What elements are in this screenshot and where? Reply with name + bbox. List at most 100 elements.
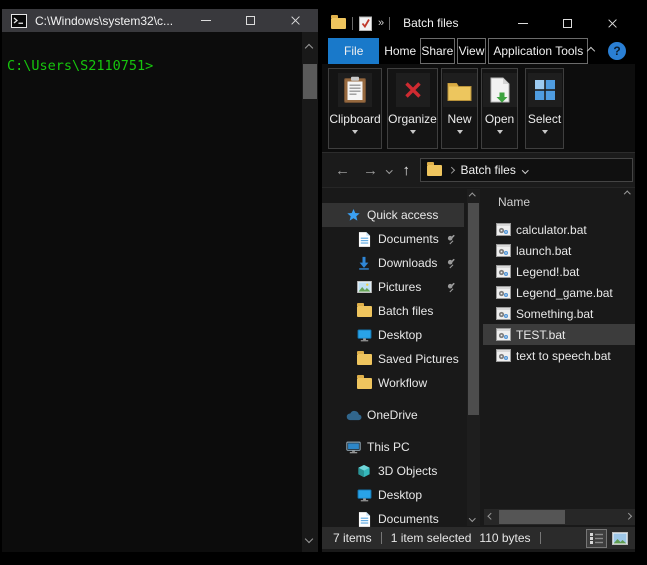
scroll-right-icon[interactable] bbox=[624, 513, 631, 520]
nav-item-label: Batch files bbox=[378, 304, 434, 318]
file-row-calculator[interactable]: calculator.bat bbox=[483, 219, 635, 240]
document-icon bbox=[355, 231, 373, 247]
ribbon-group-label: New bbox=[447, 112, 472, 126]
qat-expand-icon[interactable]: » bbox=[378, 17, 384, 29]
folder-icon bbox=[355, 350, 373, 365]
scrollbar-thumb[interactable] bbox=[468, 203, 479, 415]
thumbnail-view-button[interactable] bbox=[609, 529, 630, 548]
folder-icon bbox=[355, 374, 373, 389]
dropdown-caret-icon bbox=[541, 130, 548, 134]
nav-item-downloads[interactable]: Downloads bbox=[322, 251, 464, 275]
scrollbar-thumb[interactable] bbox=[303, 64, 317, 99]
cmd-prompt-line: C:\Users\S2110751> bbox=[7, 58, 154, 74]
nav-item-desktop-pc[interactable]: Desktop bbox=[322, 483, 464, 507]
nav-item-quick-access[interactable]: Quick access bbox=[322, 203, 464, 227]
select-group-button[interactable]: Select bbox=[525, 68, 564, 149]
batch-file-icon bbox=[496, 349, 511, 362]
nav-item-label: Documents bbox=[378, 232, 439, 246]
separator bbox=[352, 16, 353, 30]
cmd-maximize-button[interactable] bbox=[228, 9, 273, 32]
open-group-button[interactable]: Open bbox=[481, 68, 518, 149]
tab-application-tools[interactable]: Application Tools bbox=[488, 38, 589, 64]
cmd-output-area[interactable]: C:\Users\S2110751> bbox=[2, 32, 318, 552]
delete-x-icon bbox=[395, 73, 430, 107]
pin-icon bbox=[446, 282, 457, 293]
desktop-icon bbox=[355, 488, 373, 502]
onedrive-cloud-icon bbox=[344, 410, 362, 421]
help-icon[interactable]: ? bbox=[608, 42, 626, 60]
scroll-down-icon[interactable] bbox=[469, 514, 476, 521]
nav-item-3d-objects[interactable]: 3D Objects bbox=[322, 459, 464, 483]
file-row-something[interactable]: Something.bat bbox=[483, 303, 635, 324]
nav-item-saved-pictures[interactable]: Saved Pictures bbox=[322, 347, 464, 371]
tab-view[interactable]: View bbox=[456, 38, 487, 64]
forward-button[interactable]: → bbox=[363, 163, 378, 178]
ribbon-tab-bar: File Home Share View Application Tools ? bbox=[322, 38, 635, 64]
computer-icon bbox=[344, 441, 362, 454]
nav-item-onedrive[interactable]: OneDrive bbox=[322, 403, 464, 427]
scroll-up-icon[interactable] bbox=[469, 193, 476, 200]
breadcrumb-location[interactable]: Batch files bbox=[461, 163, 516, 177]
scroll-down-icon[interactable] bbox=[304, 534, 314, 544]
scroll-up-icon[interactable] bbox=[304, 43, 314, 53]
nav-item-pictures[interactable]: Pictures bbox=[322, 275, 464, 299]
nav-item-label: Desktop bbox=[378, 328, 423, 342]
nav-item-label: 3D Objects bbox=[378, 464, 438, 478]
cube-icon bbox=[355, 464, 373, 479]
up-button[interactable]: ↑ bbox=[403, 163, 411, 178]
download-arrow-icon bbox=[355, 256, 373, 270]
nav-item-label: Pictures bbox=[378, 280, 422, 294]
tab-share[interactable]: Share bbox=[420, 38, 455, 64]
organize-group-button[interactable]: Organize bbox=[387, 68, 438, 149]
recent-locations-icon[interactable] bbox=[386, 166, 393, 174]
minimize-icon bbox=[200, 20, 211, 21]
cmd-minimize-button[interactable] bbox=[183, 9, 228, 32]
pin-icon bbox=[446, 234, 457, 245]
ribbon: Clipboard Organize New Open Select bbox=[322, 64, 635, 153]
nav-item-documents-pc[interactable]: Documents bbox=[322, 507, 464, 527]
cmd-icon bbox=[11, 13, 27, 28]
nav-item-label: Saved Pictures bbox=[378, 352, 459, 366]
tab-home[interactable]: Home bbox=[382, 38, 418, 64]
nav-item-label: Downloads bbox=[378, 256, 438, 270]
tab-file[interactable]: File bbox=[328, 38, 380, 64]
clipboard-group-button[interactable]: Clipboard bbox=[328, 68, 382, 149]
address-bar[interactable]: Batch files bbox=[420, 158, 633, 182]
close-icon bbox=[290, 15, 301, 26]
nav-item-desktop[interactable]: Desktop bbox=[322, 323, 464, 347]
scrollbar-thumb[interactable] bbox=[499, 510, 565, 524]
nav-item-workflow[interactable]: Workflow bbox=[322, 371, 464, 395]
nav-item-batch-files[interactable]: Batch files bbox=[322, 299, 464, 323]
properties-check-icon[interactable] bbox=[359, 16, 372, 31]
explorer-titlebar[interactable]: » Batch files bbox=[322, 8, 635, 38]
column-header-name[interactable]: Name bbox=[483, 188, 635, 215]
cmd-titlebar[interactable]: C:\Windows\system32\c... bbox=[2, 9, 318, 32]
separator bbox=[389, 16, 391, 30]
cmd-close-button[interactable] bbox=[273, 9, 318, 32]
file-row-legend-game[interactable]: Legend_game.bat bbox=[483, 282, 635, 303]
maximize-icon bbox=[563, 18, 572, 28]
nav-item-documents[interactable]: Documents bbox=[322, 227, 464, 251]
scroll-left-icon[interactable] bbox=[488, 513, 495, 520]
file-name: calculator.bat bbox=[516, 222, 587, 237]
collapse-ribbon-icon[interactable] bbox=[587, 46, 596, 56]
explorer-minimize-button[interactable] bbox=[500, 8, 545, 38]
file-row-text-to-speech[interactable]: text to speech.bat bbox=[483, 345, 635, 366]
new-group-button[interactable]: New bbox=[441, 68, 478, 149]
horizontal-scrollbar[interactable] bbox=[484, 509, 635, 525]
back-button[interactable]: ← bbox=[335, 163, 350, 178]
batch-file-icon bbox=[496, 328, 511, 341]
file-row-legend[interactable]: Legend!.bat bbox=[483, 261, 635, 282]
address-dropdown-icon[interactable] bbox=[521, 166, 529, 174]
explorer-maximize-button[interactable] bbox=[545, 8, 590, 38]
nav-item-this-pc[interactable]: This PC bbox=[322, 435, 464, 459]
nav-scrollbar[interactable] bbox=[467, 189, 480, 526]
file-row-test-selected[interactable]: TEST.bat bbox=[483, 324, 635, 345]
maximize-icon bbox=[246, 16, 255, 25]
cmd-vertical-scrollbar[interactable] bbox=[302, 32, 318, 552]
file-row-launch[interactable]: launch.bat bbox=[483, 240, 635, 261]
details-view-button[interactable] bbox=[586, 528, 607, 548]
explorer-close-button[interactable] bbox=[590, 8, 635, 38]
details-view-icon bbox=[590, 532, 603, 544]
thumbnail-view-icon bbox=[611, 531, 628, 545]
